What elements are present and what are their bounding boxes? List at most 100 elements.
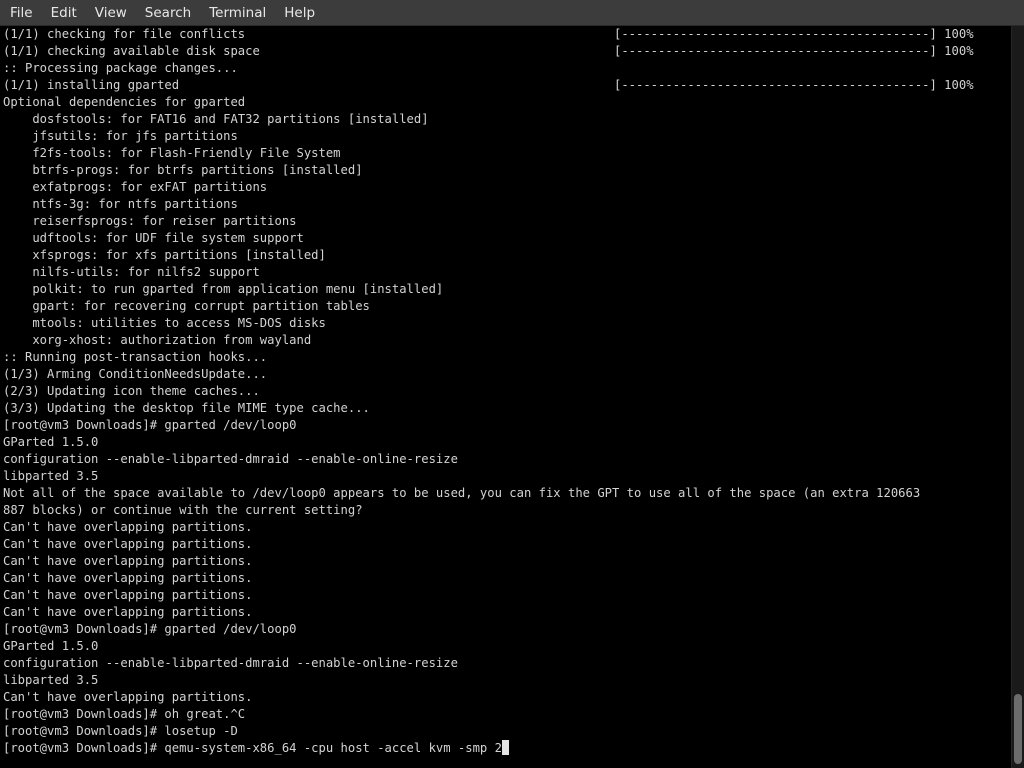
scrollbar-thumb[interactable]	[1014, 694, 1022, 764]
terminal-line: jfsutils: for jfs partitions	[3, 128, 1011, 145]
terminal-line: btrfs-progs: for btrfs partitions [insta…	[3, 162, 1011, 179]
terminal-line-text: Not all of the space available to /dev/l…	[3, 486, 921, 500]
terminal-line: [root@vm3 Downloads]# gparted /dev/loop0	[3, 621, 1011, 638]
menu-edit[interactable]: Edit	[42, 0, 86, 26]
terminal-line: GParted 1.5.0	[3, 638, 1011, 655]
terminal-line-text: (1/1) checking available disk space	[3, 44, 260, 58]
terminal-line: exfatprogs: for exFAT partitions	[3, 179, 1011, 196]
terminal-line: Can't have overlapping partitions.	[3, 570, 1011, 587]
terminal-line: Can't have overlapping partitions.	[3, 689, 1011, 706]
terminal-line: [root@vm3 Downloads]# losetup -D	[3, 723, 1011, 740]
terminal-line-text: Can't have overlapping partitions.	[3, 588, 253, 602]
terminal-line: (1/1) checking for file conflicts [------…	[3, 26, 1011, 43]
terminal-line-text: ntfs-3g: for ntfs partitions	[3, 197, 238, 211]
terminal-line-text: gpart: for recovering corrupt partition …	[3, 299, 370, 313]
terminal-line: reiserfsprogs: for reiser partitions	[3, 213, 1011, 230]
terminal-line: :: Running post-transaction hooks...	[3, 349, 1011, 366]
terminal-line: Can't have overlapping partitions.	[3, 587, 1011, 604]
menu-file[interactable]: File	[0, 0, 42, 26]
menu-bar: File Edit View Search Terminal Help	[0, 0, 1024, 26]
terminal-line-text: (3/3) Updating the desktop file MIME typ…	[3, 401, 370, 415]
terminal-scrollbar[interactable]	[1011, 26, 1024, 768]
terminal-line: (2/3) Updating icon theme caches...	[3, 383, 1011, 400]
terminal-line-text: Can't have overlapping partitions.	[3, 537, 253, 551]
terminal-line-text: btrfs-progs: for btrfs partitions [insta…	[3, 163, 363, 177]
terminal-line-text: :: Running post-transaction hooks...	[3, 350, 268, 364]
terminal-line: Can't have overlapping partitions.	[3, 604, 1011, 621]
terminal-line-text: :: Processing package changes...	[3, 61, 238, 75]
terminal-line: :: Processing package changes...	[3, 60, 1011, 77]
terminal-line-text: Can't have overlapping partitions.	[3, 571, 253, 585]
terminal-line-text: f2fs-tools: for Flash-Friendly File Syst…	[3, 146, 341, 160]
terminal-line-text: [root@vm3 Downloads]# oh great.^C	[3, 707, 246, 721]
terminal-line-text: xfsprogs: for xfs partitions [installed]	[3, 248, 326, 262]
terminal-line: Can't have overlapping partitions.	[3, 519, 1011, 536]
terminal-line: Can't have overlapping partitions.	[3, 536, 1011, 553]
terminal-line-text: dosfstools: for FAT16 and FAT32 partitio…	[3, 112, 429, 126]
terminal-line: dosfstools: for FAT16 and FAT32 partitio…	[3, 111, 1011, 128]
terminal-line-text: (2/3) Updating icon theme caches...	[3, 384, 260, 398]
terminal-line-text: Can't have overlapping partitions.	[3, 605, 253, 619]
terminal-line-text: libparted 3.5	[3, 469, 99, 483]
terminal-line: configuration --enable-libparted-dmraid …	[3, 655, 1011, 672]
terminal-line-text: polkit: to run gparted from application …	[3, 282, 444, 296]
terminal-line: gpart: for recovering corrupt partition …	[3, 298, 1011, 315]
terminal-line-text: configuration --enable-libparted-dmraid …	[3, 656, 458, 670]
terminal-line-text: libparted 3.5	[3, 673, 99, 687]
terminal-line-text: 887 blocks) or continue with the current…	[3, 503, 363, 517]
terminal-line: (3/3) Updating the desktop file MIME typ…	[3, 400, 1011, 417]
menu-terminal[interactable]: Terminal	[200, 0, 275, 26]
terminal-line: xfsprogs: for xfs partitions [installed]	[3, 247, 1011, 264]
terminal-line: (1/1) checking available disk space [----…	[3, 43, 1011, 60]
terminal-line: (1/3) Arming ConditionNeedsUpdate...	[3, 366, 1011, 383]
terminal-line: [root@vm3 Downloads]# qemu-system-x86_64…	[3, 740, 1011, 757]
terminal-line-text: (1/3) Arming ConditionNeedsUpdate...	[3, 367, 268, 381]
terminal-line: udftools: for UDF file system support	[3, 230, 1011, 247]
terminal-line: nilfs-utils: for nilfs2 support	[3, 264, 1011, 281]
terminal-line: 887 blocks) or continue with the current…	[3, 502, 1011, 519]
terminal-line-text: xorg-xhost: authorization from wayland	[3, 333, 312, 347]
menu-help[interactable]: Help	[275, 0, 324, 26]
terminal-line-text: configuration --enable-libparted-dmraid …	[3, 452, 458, 466]
terminal-line: libparted 3.5	[3, 672, 1011, 689]
terminal-line: polkit: to run gparted from application …	[3, 281, 1011, 298]
progress-bar-text: [---------------------------------------…	[614, 44, 974, 58]
terminal-line: [root@vm3 Downloads]# oh great.^C	[3, 706, 1011, 723]
menu-view[interactable]: View	[86, 0, 136, 26]
terminal-line-text: Can't have overlapping partitions.	[3, 520, 253, 534]
terminal-line-text: Can't have overlapping partitions.	[3, 690, 253, 704]
terminal-line-text: nilfs-utils: for nilfs2 support	[3, 265, 260, 279]
terminal-line: configuration --enable-libparted-dmraid …	[3, 451, 1011, 468]
terminal-line: libparted 3.5	[3, 468, 1011, 485]
terminal-line: (1/1) installing gparted [---------------…	[3, 77, 1011, 94]
terminal-line-text: reiserfsprogs: for reiser partitions	[3, 214, 297, 228]
terminal-line: f2fs-tools: for Flash-Friendly File Syst…	[3, 145, 1011, 162]
terminal-line: Not all of the space available to /dev/l…	[3, 485, 1011, 502]
terminal-line-text: [root@vm3 Downloads]# losetup -D	[3, 724, 238, 738]
terminal-line-text: mtools: utilities to access MS-DOS disks	[3, 316, 326, 330]
terminal-line: mtools: utilities to access MS-DOS disks	[3, 315, 1011, 332]
terminal-line-text: [root@vm3 Downloads]# gparted /dev/loop0	[3, 418, 297, 432]
terminal-line-text: (1/1) checking for file conflicts	[3, 27, 246, 41]
terminal-line-text: Can't have overlapping partitions.	[3, 554, 253, 568]
terminal-line-text: [root@vm3 Downloads]# qemu-system-x86_64…	[3, 741, 502, 755]
terminal-line: xorg-xhost: authorization from wayland	[3, 332, 1011, 349]
terminal-line: GParted 1.5.0	[3, 434, 1011, 451]
terminal-cursor	[501, 740, 509, 755]
terminal-line-text: jfsutils: for jfs partitions	[3, 129, 238, 143]
progress-bar-text: [---------------------------------------…	[614, 78, 974, 92]
terminal-line-text: GParted 1.5.0	[3, 639, 99, 653]
terminal-line-text: [root@vm3 Downloads]# gparted /dev/loop0	[3, 622, 297, 636]
terminal-line-text: exfatprogs: for exFAT partitions	[3, 180, 268, 194]
progress-bar-text: [---------------------------------------…	[614, 27, 974, 41]
terminal-output[interactable]: (1/1) checking for file conflicts [------…	[0, 26, 1011, 768]
terminal-line-text: (1/1) installing gparted	[3, 78, 180, 92]
terminal-line-text: Optional dependencies for gparted	[3, 95, 246, 109]
terminal-line-text: udftools: for UDF file system support	[3, 231, 304, 245]
terminal-line-text: GParted 1.5.0	[3, 435, 99, 449]
terminal-line: [root@vm3 Downloads]# gparted /dev/loop0	[3, 417, 1011, 434]
terminal-line: Can't have overlapping partitions.	[3, 553, 1011, 570]
terminal-line: ntfs-3g: for ntfs partitions	[3, 196, 1011, 213]
terminal-line: Optional dependencies for gparted	[3, 94, 1011, 111]
menu-search[interactable]: Search	[136, 0, 200, 26]
